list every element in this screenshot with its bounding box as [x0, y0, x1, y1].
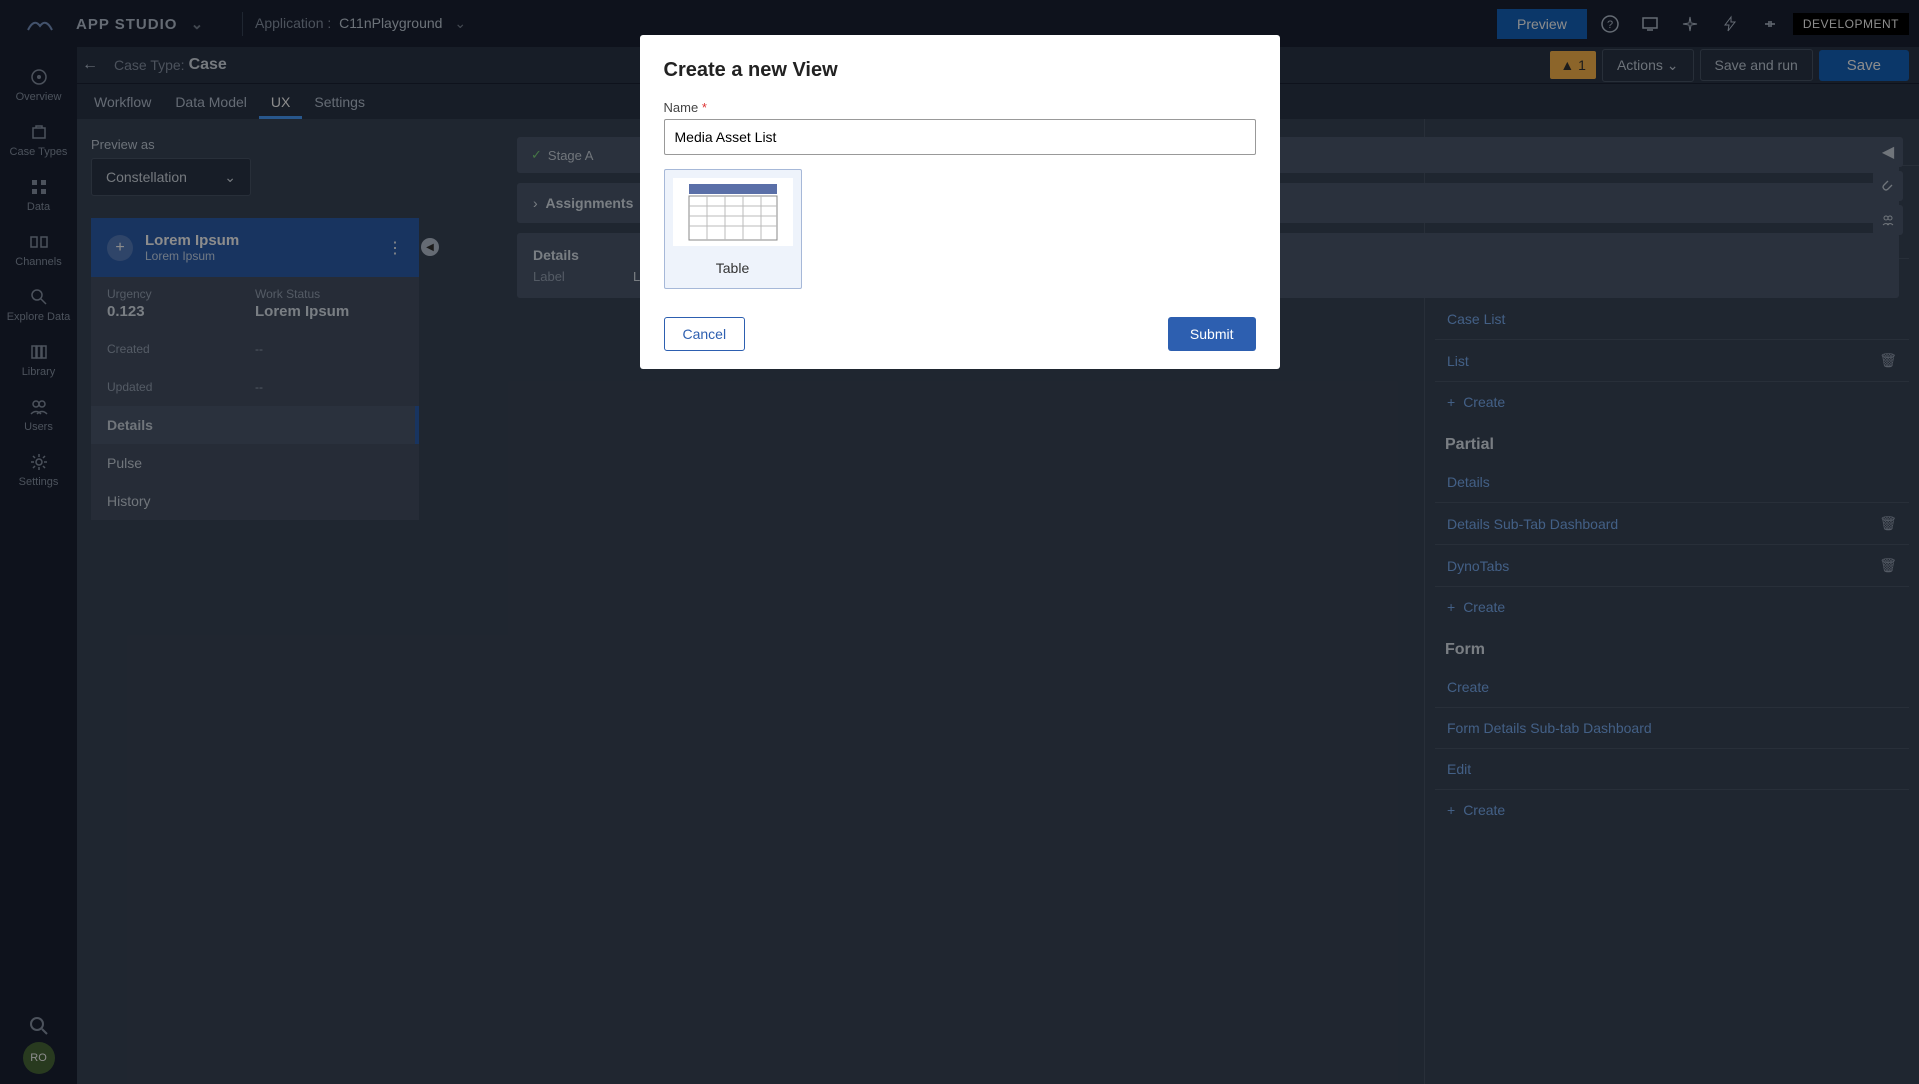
table-thumbnail-icon [673, 178, 793, 246]
cancel-button[interactable]: Cancel [664, 317, 746, 351]
submit-button[interactable]: Submit [1168, 317, 1256, 351]
name-field-label: Name * [664, 100, 1256, 115]
create-view-modal: Create a new View Name * Table Cancel Su… [640, 35, 1280, 369]
name-input[interactable] [664, 119, 1256, 155]
template-table[interactable]: Table [664, 169, 802, 289]
modal-title: Create a new View [664, 59, 1256, 82]
